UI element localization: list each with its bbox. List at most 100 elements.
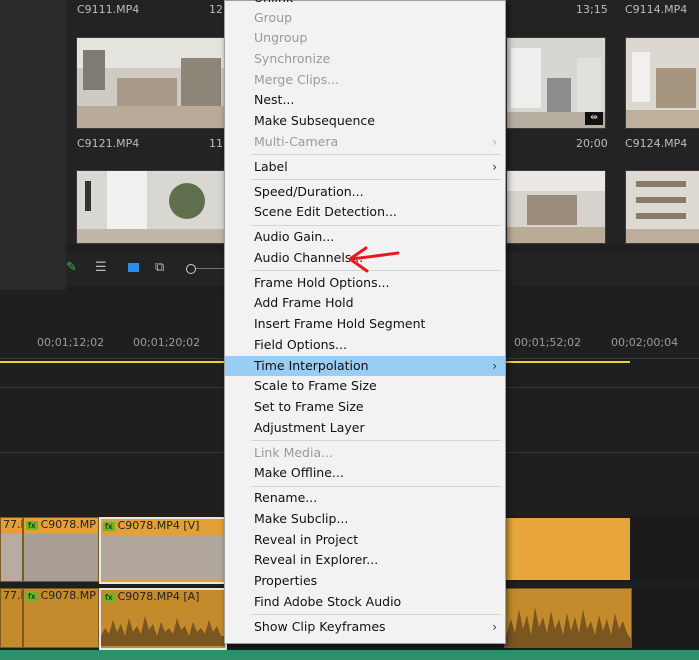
clip-thumbnail[interactable]	[76, 37, 226, 129]
fx-badge-icon: fx	[26, 521, 38, 530]
clip-thumbnail[interactable]	[76, 170, 226, 244]
fx-badge-icon: fx	[103, 593, 115, 602]
audio-clip[interactable]: 77.M	[0, 588, 23, 648]
audio-clip[interactable]	[504, 588, 632, 648]
menu-item-label: Make Subsequence	[254, 113, 375, 128]
menu-item-find-adobe-stock-audio[interactable]: Find Adobe Stock Audio	[225, 592, 505, 612]
menu-item-label: Nest...	[254, 92, 295, 108]
menu-item-nest[interactable]: Nest...	[225, 90, 505, 110]
menu-separator	[251, 613, 501, 615]
menu-item-label: Reveal in Project	[254, 531, 359, 547]
clip-label: C9078.MP	[40, 589, 96, 602]
ruler-timecode: 00;01;12;02	[37, 336, 105, 349]
menu-item-label: Audio Gain...	[254, 229, 335, 245]
menu-separator	[251, 178, 501, 180]
audio-clip-selected[interactable]: fx C9078.MP4 [A]	[99, 588, 227, 650]
menu-item-label: Multi-Camera	[254, 133, 339, 149]
ruler-timecode: 00;01;20;02	[133, 336, 201, 349]
clip-name: C9111.MP4	[77, 3, 140, 16]
menu-item-label: Field Options...	[254, 336, 347, 352]
menu-item-reveal-in-project[interactable]: Reveal in Project	[225, 530, 505, 550]
menu-item-ungroup[interactable]: Ungroup	[225, 28, 505, 48]
menu-item-label: Reveal in Explorer...	[254, 552, 379, 568]
menu-item-properties[interactable]: Properties	[225, 571, 505, 591]
menu-item-label: Synchronize	[254, 50, 331, 66]
menu-item-scale-to-frame-size[interactable]: Scale to Frame Size	[225, 376, 505, 396]
menu-item-label: Properties	[254, 572, 318, 588]
clip-label: 77.M	[3, 518, 22, 531]
menu-item-speed-duration[interactable]: Speed/Duration...	[225, 182, 505, 202]
list-view-icon[interactable]: ☰	[95, 260, 107, 275]
menu-item-show-clip-keyframes[interactable]: Show Clip Keyframes ›	[225, 617, 505, 637]
clip-thumbnail[interactable]	[625, 170, 699, 244]
menu-item-insert-frame-hold-segment[interactable]: Insert Frame Hold Segment	[225, 314, 505, 334]
clip-label: C9078.MP4 [A]	[117, 590, 200, 603]
menu-item-label: Make Subclip...	[254, 510, 349, 526]
submenu-chevron-icon: ›	[492, 358, 497, 373]
clip-label: C9078.MP	[40, 518, 96, 531]
clip-label: C9078.MP4 [V]	[117, 519, 200, 532]
menu-item-label: Insert Frame Hold Segment	[254, 316, 426, 332]
menu-item-scene-edit-detection[interactable]: Scene Edit Detection...	[225, 202, 505, 222]
bottom-track-strip	[0, 650, 699, 660]
clip-thumbnail[interactable]	[625, 37, 699, 129]
menu-item-set-to-frame-size[interactable]: Set to Frame Size	[225, 397, 505, 417]
menu-separator	[251, 485, 501, 487]
menu-item-label: Link Media...	[254, 444, 334, 460]
clip-duration: 20;00	[576, 137, 608, 150]
menu-item-link-media[interactable]: Link Media...	[225, 443, 505, 463]
menu-item-label: Set to Frame Size	[254, 398, 364, 414]
menu-item-field-options[interactable]: Field Options...	[225, 335, 505, 355]
submenu-chevron-icon: ›	[492, 134, 497, 149]
menu-separator	[251, 224, 501, 226]
clip-thumbnail[interactable]	[506, 170, 606, 244]
video-clip[interactable]: 77.M	[0, 517, 23, 582]
submenu-chevron-icon: ›	[492, 159, 497, 174]
menu-item-group[interactable]: Group	[225, 8, 505, 28]
menu-item-synchronize[interactable]: Synchronize	[225, 49, 505, 69]
fx-badge-icon: fx	[26, 592, 38, 601]
menu-item-add-frame-hold[interactable]: Add Frame Hold	[225, 293, 505, 313]
menu-item-rename[interactable]: Rename...	[225, 488, 505, 508]
menu-item-label: Merge Clips...	[254, 71, 340, 87]
menu-item-make-subsequence[interactable]: Make Subsequence	[225, 111, 505, 131]
video-clip[interactable]: fx C9078.MP	[23, 517, 99, 582]
clip-name: C9121.MP4	[77, 137, 140, 150]
menu-item-label: Scene Edit Detection...	[254, 204, 397, 220]
menu-item-reveal-in-explorer[interactable]: Reveal in Explorer...	[225, 550, 505, 570]
left-panel-strip	[0, 0, 66, 290]
menu-item-time-interpolation[interactable]: Time Interpolation ›	[225, 355, 505, 376]
menu-item-label: Adjustment Layer	[254, 419, 365, 435]
video-clip[interactable]	[504, 518, 630, 580]
menu-item-label: Ungroup	[254, 30, 308, 46]
zoom-slider-track[interactable]	[196, 268, 224, 269]
audio-waveform	[505, 607, 631, 647]
clip-name: C9124.MP4	[625, 137, 688, 150]
menu-item-label: Show Clip Keyframes	[254, 618, 386, 634]
pencil-icon[interactable]: ✎	[66, 260, 77, 275]
audio-waveform	[101, 616, 225, 646]
menu-separator	[251, 154, 501, 155]
menu-item-label: Scale to Frame Size	[254, 378, 377, 394]
video-clip-selected[interactable]: fx C9078.MP4 [V]	[99, 517, 227, 584]
zoom-slider-handle[interactable]	[186, 264, 196, 274]
menu-item-merge-clips[interactable]: Merge Clips...	[225, 70, 505, 90]
audio-clip-badge-icon: ⇹	[585, 112, 603, 125]
clip-name: C9114.MP4	[625, 3, 688, 16]
menu-item-multi-camera[interactable]: Multi-Camera ›	[225, 132, 505, 152]
ruler-timecode: 00;02;00;04	[611, 336, 679, 349]
audio-clip[interactable]: fx C9078.MP	[23, 588, 99, 648]
menu-item-make-offline[interactable]: Make Offline...	[225, 463, 505, 483]
menu-item-make-subclip[interactable]: Make Subclip...	[225, 509, 505, 529]
clip-label: 77.M	[3, 589, 22, 602]
icon-view-icon[interactable]	[128, 263, 139, 272]
menu-item-label: Add Frame Hold	[254, 295, 354, 311]
menu-item-label[interactable]: Label ›	[225, 157, 505, 177]
ruler-timecode: 00;01;52;02	[514, 336, 582, 349]
annotation-arrow-icon	[348, 246, 400, 273]
menu-item-label: Time Interpolation	[254, 357, 369, 373]
menu-item-adjustment-layer[interactable]: Adjustment Layer	[225, 418, 505, 438]
freeform-view-icon[interactable]: ⧉	[155, 260, 164, 275]
menu-item-label: Find Adobe Stock Audio	[254, 593, 402, 609]
menu-item-label: Make Offline...	[254, 465, 344, 481]
